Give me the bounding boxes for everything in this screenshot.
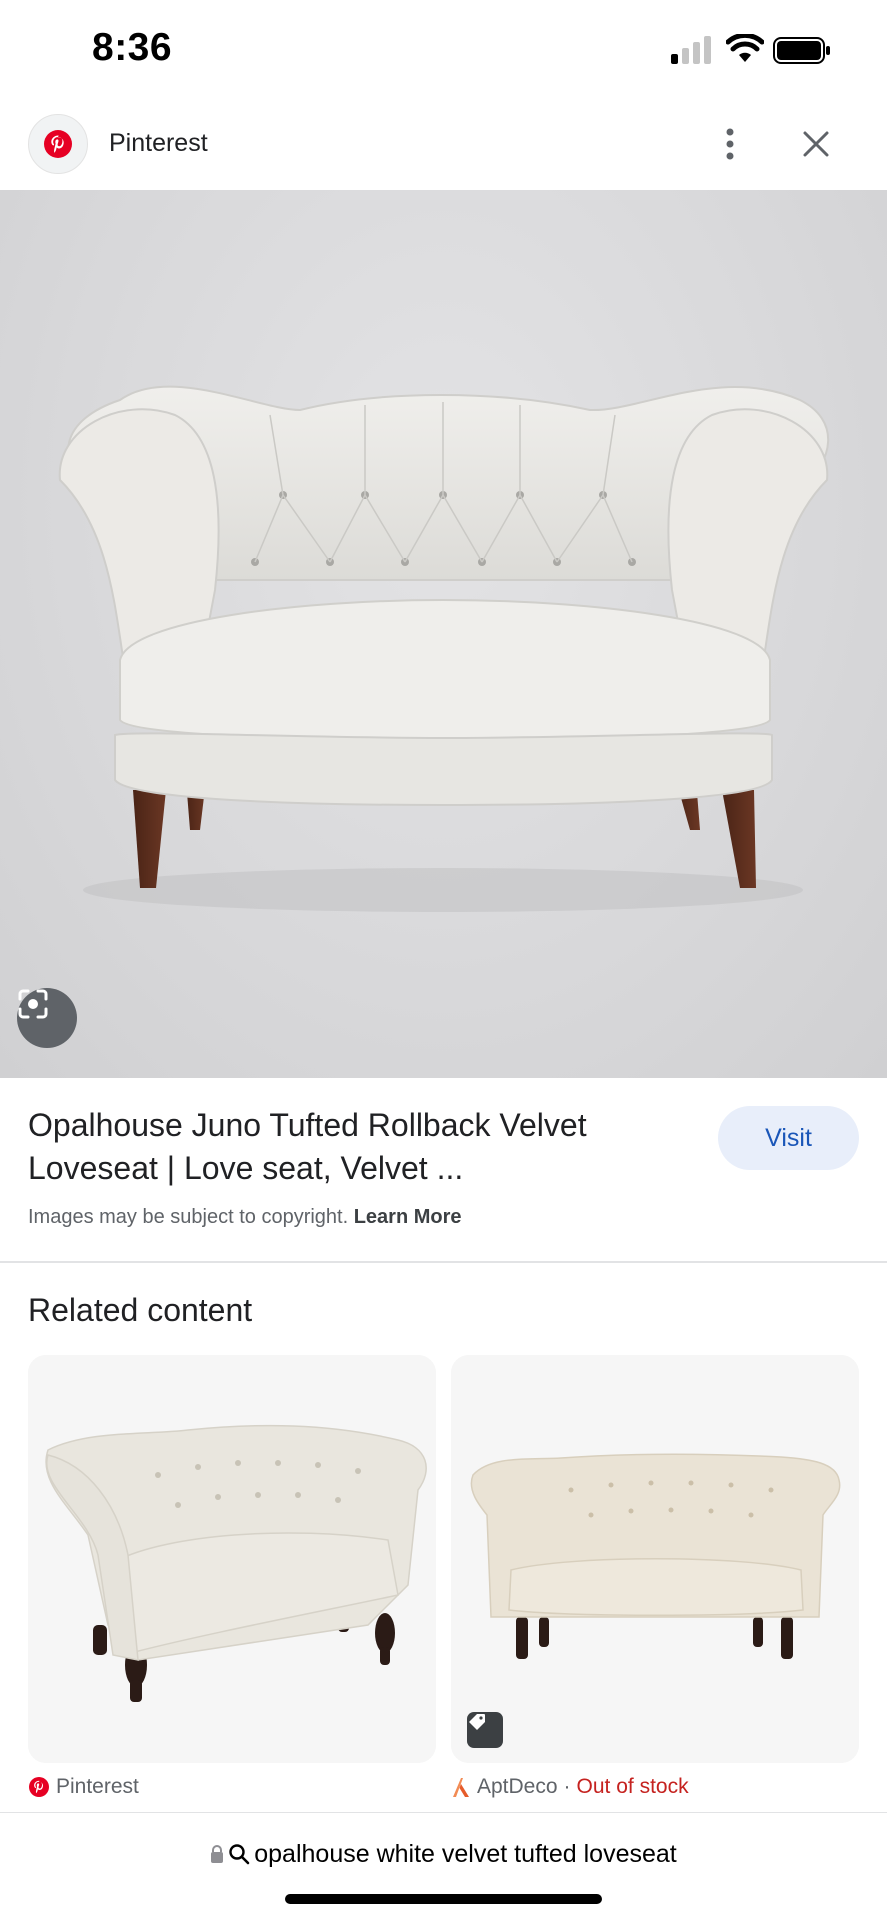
- pinterest-logo-icon[interactable]: [28, 114, 88, 174]
- cellular-signal-icon: [671, 36, 711, 64]
- wifi-icon: [726, 34, 764, 62]
- price-tag-icon: [467, 1712, 503, 1748]
- status-bar: 8:36: [0, 0, 887, 100]
- url-bar[interactable]: opalhouse white velvet tufted loveseat: [0, 1836, 887, 1872]
- lens-icon[interactable]: [17, 988, 77, 1048]
- bottom-divider: [0, 1812, 887, 1813]
- more-vertical-icon[interactable]: [710, 122, 750, 166]
- battery-icon: [773, 37, 830, 64]
- search-query: opalhouse white velvet tufted loveseat: [254, 1839, 677, 1868]
- site-name[interactable]: Pinterest: [109, 129, 208, 158]
- separator-dot: ·: [563, 1775, 571, 1798]
- viewer-header: Pinterest: [0, 108, 887, 190]
- related-sofa-image: [28, 1355, 436, 1763]
- copyright-notice: Images may be subject to copyright. Lear…: [28, 1206, 462, 1229]
- pinterest-logo-icon: [29, 1777, 49, 1797]
- aptdeco-logo-icon: [453, 1778, 469, 1797]
- source-name: Pinterest: [56, 1775, 139, 1798]
- related-item-card[interactable]: [28, 1355, 436, 1763]
- home-indicator[interactable]: [285, 1894, 602, 1904]
- related-content-heading: Related content: [28, 1292, 253, 1328]
- copyright-text: Images may be subject to copyright.: [28, 1206, 349, 1228]
- search-icon: [228, 1843, 250, 1865]
- close-icon[interactable]: [794, 122, 838, 166]
- main-image[interactable]: [0, 190, 887, 1078]
- status-time: 8:36: [92, 26, 173, 69]
- related-item-source[interactable]: Pinterest: [28, 1775, 139, 1799]
- result-title-line-2: Loveseat | Love seat, Velvet ...: [28, 1150, 464, 1186]
- related-sofa-image: [451, 1355, 859, 1763]
- related-item-card[interactable]: [451, 1355, 859, 1763]
- visit-button[interactable]: Visit: [718, 1106, 859, 1170]
- section-divider: [0, 1261, 887, 1263]
- loveseat-image: [58, 385, 830, 912]
- source-name: AptDeco: [477, 1775, 558, 1798]
- stock-status: Out of stock: [576, 1775, 689, 1798]
- result-title[interactable]: Opalhouse Juno Tufted Rollback Velvet Lo…: [28, 1104, 668, 1190]
- related-item-source[interactable]: AptDeco · Out of stock: [451, 1775, 689, 1799]
- result-title-line-1: Opalhouse Juno Tufted Rollback Velvet: [28, 1107, 587, 1143]
- lock-icon: [210, 1844, 224, 1864]
- learn-more-link[interactable]: Learn More: [354, 1206, 462, 1228]
